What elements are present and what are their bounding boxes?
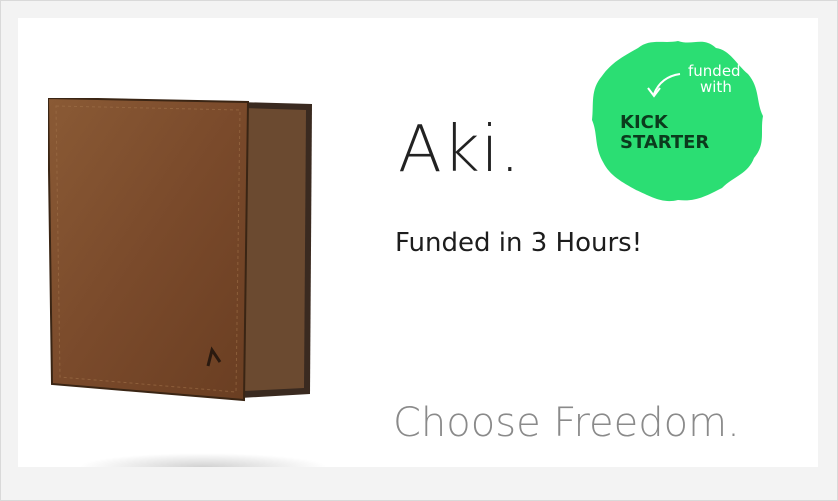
subheadline: Funded in 3 Hours! [395, 228, 643, 258]
badge-brand-line2: STARTER [620, 132, 709, 153]
badge-seal-icon: funded with KICK STARTER [592, 41, 763, 202]
tagline: Choose Freedom. [393, 400, 740, 446]
kickstarter-badge[interactable]: funded with KICK STARTER [588, 36, 768, 206]
wallet-shadow [78, 453, 328, 467]
wallet-image [46, 96, 338, 467]
promo-banner[interactable]: Aki. Funded in 3 Hours! Choose Freedom. … [18, 18, 818, 467]
wallet-illustration [46, 96, 312, 402]
badge-brand-line1: KICK [620, 112, 669, 133]
badge-line2: with [700, 78, 732, 96]
page-frame: Aki. Funded in 3 Hours! Choose Freedom. … [0, 0, 838, 501]
headline: Aki. [398, 113, 521, 187]
